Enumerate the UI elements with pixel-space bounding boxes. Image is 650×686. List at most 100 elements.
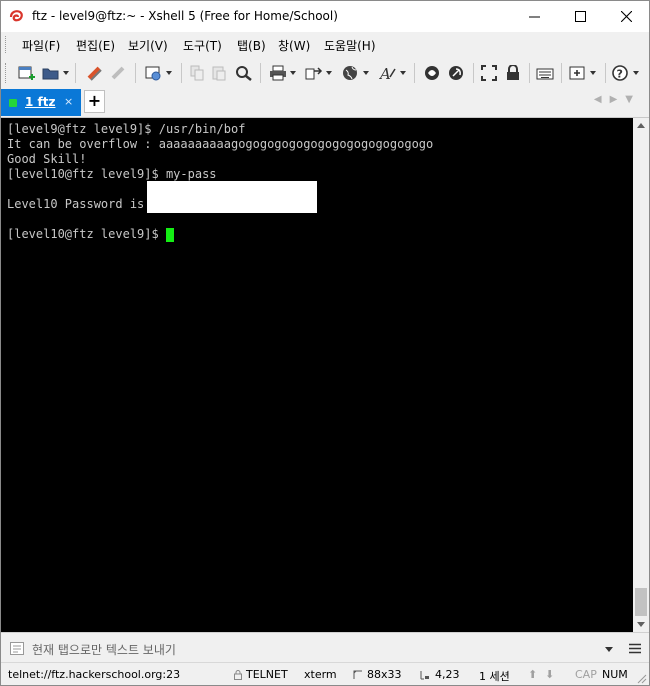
terminal-prompt-line: [level10@ftz level9]$ — [7, 227, 174, 242]
terminal-line: [level9@ftz level9]$ /usr/bin/bof — [7, 122, 246, 136]
reconnect-icon — [87, 66, 102, 81]
new-session-icon — [18, 66, 35, 80]
terminal-line: Good Skill! — [7, 152, 87, 166]
terminal-cursor — [165, 228, 174, 242]
new-tab-icon — [569, 66, 585, 80]
connection-status-indicator — [9, 99, 17, 107]
size-icon — [353, 670, 362, 679]
lock-icon — [507, 65, 519, 80]
svg-text:?: ? — [617, 68, 623, 81]
terminal-prompt: [level10@ftz level9]$ — [7, 227, 166, 241]
svg-text:A: A — [379, 65, 391, 81]
menu-window[interactable]: 창(W) — [278, 37, 310, 54]
terminal-area[interactable]: [level9@ftz level9]$ /usr/bin/bof It can… — [1, 118, 633, 632]
close-icon — [620, 11, 632, 22]
menu-tools[interactable]: 도구(T) — [183, 37, 222, 54]
open-button[interactable] — [42, 63, 69, 83]
cursor-position-icon — [420, 671, 429, 680]
menu-file[interactable]: 파일(F) — [22, 37, 60, 54]
new-tab-button[interactable] — [569, 63, 596, 83]
download-arrow-icon: ⬇ — [545, 668, 555, 681]
status-cursor-position: 4,23 — [435, 668, 460, 681]
paste-button[interactable] — [211, 63, 227, 83]
resize-grip-icon[interactable] — [637, 674, 647, 684]
properties-button[interactable] — [145, 63, 172, 83]
menu-tab[interactable]: 탭(B) — [237, 37, 266, 54]
toolbar-grip — [5, 63, 9, 83]
status-terminal-type: xterm — [304, 668, 337, 681]
status-sessions: 1 세션 — [479, 670, 510, 683]
print-icon — [270, 65, 286, 81]
copy-icon — [190, 65, 204, 81]
status-bar: telnet://ftz.hackerschool.org:23 TELNET … — [1, 662, 649, 685]
terminal-line: Level10 Password is — [7, 197, 152, 211]
xftp-button[interactable] — [424, 63, 442, 83]
transfer-icon — [305, 67, 323, 80]
menu-icon[interactable] — [629, 643, 641, 654]
chevron-down-icon[interactable] — [605, 647, 613, 652]
title-bar[interactable]: ftz - level9@ftz:~ - Xshell 5 (Free for … — [1, 1, 649, 32]
xmanager-button[interactable] — [448, 63, 466, 83]
xmanager-icon — [449, 66, 463, 80]
lock-button[interactable] — [505, 63, 521, 83]
upload-arrow-icon: ⬆ — [528, 668, 538, 681]
fullscreen-button[interactable] — [481, 63, 497, 83]
status-connection: telnet://ftz.hackerschool.org:23 — [8, 668, 181, 681]
globe-icon — [343, 66, 357, 80]
minimize-button[interactable] — [511, 1, 557, 32]
new-session-button[interactable] — [18, 63, 36, 83]
add-tab-button[interactable]: + — [84, 90, 105, 113]
scroll-down-arrow-icon[interactable] — [637, 622, 645, 627]
scroll-up-arrow-icon[interactable] — [637, 123, 645, 128]
font-button[interactable]: A — [379, 63, 406, 83]
xftp-icon — [425, 66, 439, 80]
keyboard-icon — [536, 68, 554, 80]
status-caps-lock: CAP — [575, 668, 597, 681]
xshell-logo-icon — [9, 10, 23, 22]
help-button[interactable]: ? — [612, 63, 639, 83]
menu-help[interactable]: 도움말(H) — [324, 37, 376, 54]
menu-bar: 파일(F) 편집(E) 보기(V) 도구(T) 탭(B) 창(W) 도움말(H) — [1, 32, 649, 57]
fullscreen-icon — [481, 65, 497, 81]
scrollbar-thumb[interactable] — [635, 588, 647, 616]
xshell-window: ftz - level9@ftz:~ - Xshell 5 (Free for … — [0, 0, 650, 686]
find-button[interactable] — [235, 63, 253, 83]
menu-view[interactable]: 보기(V) — [128, 37, 168, 54]
tab-label: 1 ftz — [25, 95, 56, 109]
find-icon — [236, 66, 252, 81]
disconnect-button[interactable] — [110, 63, 128, 83]
tab-ftz[interactable]: 1 ftz × — [1, 89, 81, 116]
copy-button[interactable] — [189, 63, 205, 83]
lock-status-icon — [234, 670, 242, 680]
tab-close-button[interactable]: × — [64, 95, 73, 108]
keyboard-button[interactable] — [536, 63, 554, 83]
minimize-icon — [528, 16, 540, 18]
terminal-line: It can be overflow : aaaaaaaaaagogogogog… — [7, 137, 434, 151]
compose-icon — [10, 642, 24, 655]
vertical-scrollbar[interactable] — [633, 118, 649, 632]
status-size: 88x33 — [367, 668, 402, 681]
print-button[interactable] — [269, 63, 296, 83]
compose-input[interactable]: 현재 탭으로만 텍스트 보내기 — [32, 641, 176, 658]
status-protocol: TELNET — [246, 668, 288, 681]
transfer-button[interactable] — [305, 63, 332, 83]
status-num-lock: NUM — [602, 668, 628, 681]
font-icon: A — [379, 65, 396, 81]
properties-icon — [145, 66, 161, 81]
tab-scroll-arrows[interactable]: ◀▶▼ — [594, 94, 641, 105]
terminal-line: [level10@ftz level9]$ my-pass — [7, 167, 217, 181]
maximize-button[interactable] — [557, 1, 603, 32]
paste-icon — [212, 66, 226, 81]
help-icon: ? — [612, 65, 628, 81]
redacted-password-box — [147, 181, 317, 213]
open-folder-icon — [42, 68, 59, 80]
tab-bar: 1 ftz × + ◀▶▼ — [1, 88, 649, 118]
window-title: ftz - level9@ftz:~ - Xshell 5 (Free for … — [32, 9, 338, 23]
maximize-icon — [574, 11, 586, 22]
reconnect-button[interactable] — [86, 63, 104, 83]
compose-bar[interactable]: 현재 탭으로만 텍스트 보내기 — [1, 632, 649, 663]
disconnect-icon — [111, 66, 125, 80]
close-button[interactable] — [603, 1, 649, 32]
globe-button[interactable] — [342, 63, 369, 83]
menu-edit[interactable]: 편집(E) — [76, 37, 115, 54]
